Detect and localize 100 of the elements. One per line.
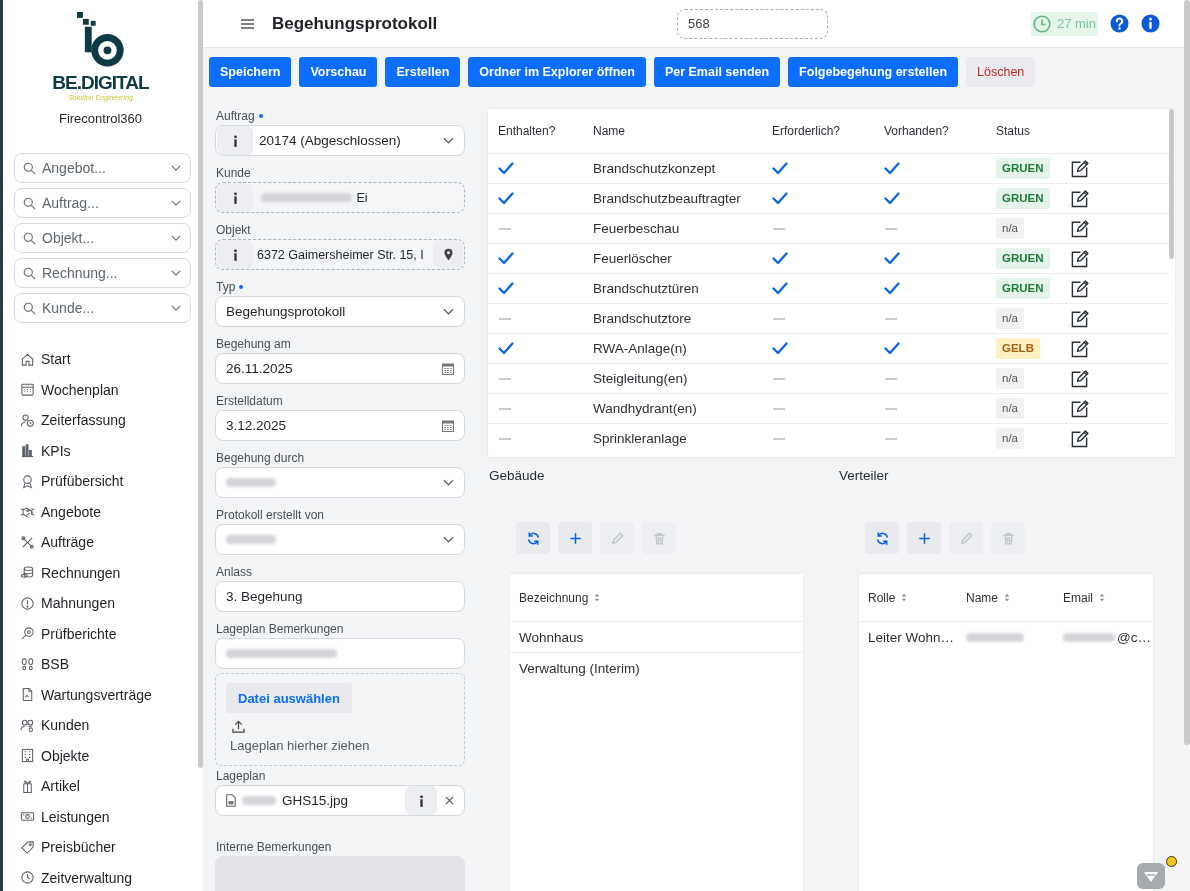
field-label: Begehung durch [216, 451, 305, 465]
nav-link[interactable]: Start [3, 344, 198, 375]
toolbar-button[interactable]: Erstellen [385, 57, 461, 87]
toolbar-button[interactable]: Vorschau [299, 57, 378, 87]
nav-link[interactable]: Objekte [3, 740, 198, 771]
sort-header[interactable]: Name [957, 590, 1054, 605]
edit-icon[interactable] [1070, 189, 1089, 208]
nav-link[interactable]: Prüfübersicht [3, 466, 198, 497]
nav-link[interactable]: Rechnungen [3, 557, 198, 588]
nav-link[interactable]: Mahnungen [3, 588, 198, 619]
select-field[interactable] [215, 467, 465, 498]
field-label: Objekt [216, 223, 251, 237]
scrollbar-thumb[interactable] [1184, 0, 1190, 745]
field-label: Erstelldatum [216, 394, 283, 408]
table-cell: Feuerlöscher [593, 251, 672, 266]
readonly-field[interactable]: 6372 Gaimersheimer Str. 15, I [215, 239, 465, 270]
info-button[interactable] [405, 786, 437, 815]
edit-icon[interactable] [1070, 249, 1089, 268]
menu-icon[interactable] [241, 18, 254, 29]
text-field[interactable]: 3. Begehung [215, 581, 465, 612]
info-icon [232, 248, 238, 261]
select-field[interactable]: 20174 (Abgeschlossen) [215, 125, 465, 156]
nav-link[interactable]: Aufträge [3, 527, 198, 558]
edit-icon[interactable] [1070, 399, 1089, 418]
date-field[interactable]: 3.12.2025 [215, 410, 465, 441]
nav-link[interactable]: Preisbücher [3, 832, 198, 863]
scrollbar-thumb[interactable] [198, 0, 203, 768]
nav-link[interactable]: Zeitverwaltung [3, 862, 198, 891]
edit-icon[interactable] [1070, 309, 1089, 328]
choose-file-button[interactable]: Datei auswählen [226, 683, 352, 713]
toolbar-button[interactable]: Ordner im Explorer öffnen [468, 57, 646, 87]
nav-link[interactable]: Angebote [3, 496, 198, 527]
sort-icon [901, 593, 908, 602]
table-cell: Brandschutzkonzept [593, 161, 716, 176]
chevron-down-icon [171, 235, 181, 241]
footprints-icon [20, 656, 35, 672]
search-field[interactable]: Objekt... [14, 223, 191, 253]
edit-icon[interactable] [1070, 369, 1089, 388]
date-field[interactable]: 26.11.2025 [215, 353, 465, 384]
nav-link[interactable]: Wartungsverträge [3, 679, 198, 710]
edit-icon[interactable] [1070, 159, 1089, 178]
nav-link[interactable]: BSB [3, 649, 198, 680]
calendar-icon[interactable] [442, 419, 454, 432]
nav-link[interactable]: Leistungen [3, 801, 198, 832]
filter-icon[interactable] [1137, 863, 1165, 889]
search-input[interactable]: Kunde... [42, 300, 165, 316]
coins-icon [20, 565, 35, 581]
info-icon [232, 191, 238, 204]
help-icon[interactable] [1110, 14, 1129, 33]
field-label: Lageplan [216, 769, 266, 783]
edit-icon[interactable] [1070, 339, 1089, 358]
search-input[interactable]: Objekt... [42, 230, 165, 246]
info-button[interactable] [217, 240, 253, 269]
search-input[interactable]: Auftrag... [42, 195, 165, 211]
edit-icon[interactable] [1070, 219, 1089, 238]
info-button[interactable] [217, 126, 253, 155]
search-field[interactable]: Angebot... [14, 153, 191, 183]
nav-link[interactable]: Kunden [3, 710, 198, 741]
edit-icon[interactable] [1070, 429, 1089, 448]
field-label: Begehung am [216, 337, 291, 351]
column-header: Erforderlich? [771, 124, 842, 138]
info-icon[interactable] [1141, 14, 1160, 33]
trash-icon [651, 530, 667, 546]
toolbar-button[interactable]: Folgebegehung erstellen [788, 57, 959, 87]
chevron-down-icon [171, 200, 181, 206]
sort-header[interactable]: Rolle [859, 590, 957, 605]
readonly-field[interactable]: Ei [215, 182, 465, 213]
file-dropzone[interactable]: Datei auswählen Lageplan hierher ziehen [215, 673, 465, 766]
calendar-icon[interactable] [442, 362, 454, 375]
gift-icon [20, 778, 35, 794]
map-button[interactable] [433, 240, 463, 269]
text-field[interactable] [215, 638, 465, 669]
select-field[interactable] [215, 524, 465, 555]
sort-header[interactable]: Bezeichnung [510, 590, 803, 605]
search-field[interactable]: Kunde... [14, 293, 191, 323]
toolbar-button[interactable]: Per Email senden [653, 57, 781, 87]
search-input[interactable]: 568 [677, 8, 828, 39]
info-button[interactable] [217, 183, 253, 212]
toolbar-button[interactable]: Löschen [966, 57, 1036, 87]
search-field[interactable]: Rechnung... [14, 258, 191, 288]
file-field[interactable]: GHS15.jpg [215, 785, 465, 816]
column-header: Enthalten? [497, 124, 557, 138]
search-input[interactable]: Rechnung... [42, 265, 165, 281]
select-field[interactable]: Begehungsprotokoll [215, 296, 465, 327]
refresh-button[interactable] [865, 522, 899, 554]
toolbar-button[interactable]: Speichern [209, 57, 292, 87]
nav-link[interactable]: Zeiterfassung [3, 405, 198, 436]
search-input[interactable]: Angebot... [42, 160, 165, 176]
nav-link[interactable]: Artikel [3, 771, 198, 802]
refresh-icon [525, 530, 541, 546]
nav-link[interactable]: KPIs [3, 435, 198, 466]
sort-header[interactable]: Email [1054, 590, 1153, 605]
close-icon[interactable] [445, 796, 454, 805]
search-field[interactable]: Auftrag... [14, 188, 191, 218]
nav-link[interactable]: Wochenplan [3, 374, 198, 405]
scrollbar-thumb[interactable] [1169, 109, 1174, 259]
nav-link[interactable]: Prüfberichte [3, 618, 198, 649]
refresh-button[interactable] [516, 522, 550, 554]
edit-icon[interactable] [1070, 279, 1089, 298]
pencil-icon [609, 530, 625, 546]
